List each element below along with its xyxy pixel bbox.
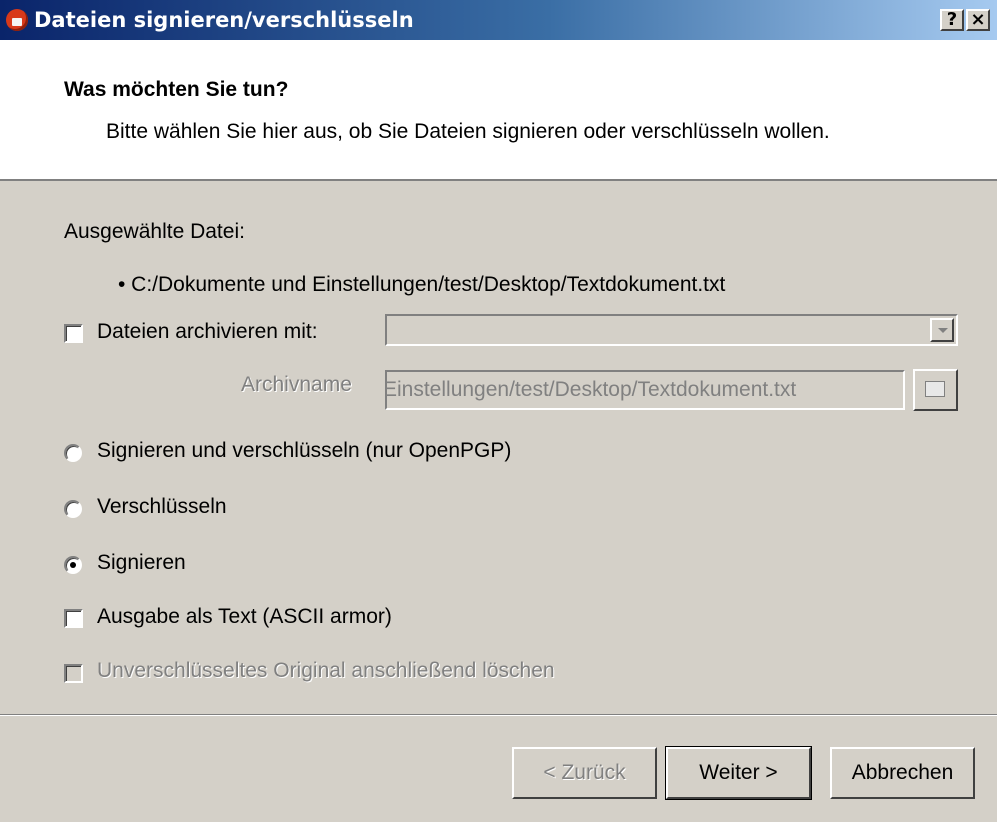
delete-original-checkbox[interactable] [64,664,83,683]
chevron-down-icon[interactable] [930,318,954,342]
archive-format-combo[interactable] [385,314,958,346]
page-description: Bitte wählen Sie hier aus, ob Sie Dateie… [106,120,830,143]
selected-file-label: Ausgewählte Datei: [64,220,245,243]
selected-file-item: • C:/Dokumente und Einstellungen/test/De… [118,273,726,296]
delete-original-label: Unverschlüsseltes Original anschließend … [97,659,555,682]
help-button[interactable]: ? [940,9,964,31]
title-bar[interactable]: Dateien signieren/verschlüsseln ? × [0,0,997,40]
footer-divider [0,714,997,716]
close-button[interactable]: × [966,9,990,31]
back-button[interactable]: < Zurück [512,747,657,799]
archive-checkbox[interactable] [64,324,83,343]
radio-encrypt-label: Verschlüsseln [97,495,227,518]
browse-icon [925,381,945,397]
radio-sign-label: Signieren [97,551,186,574]
cancel-button[interactable]: Abbrechen [830,747,975,799]
radio-sign[interactable] [64,556,82,574]
wizard-header [0,40,997,181]
ascii-armor-label: Ausgabe als Text (ASCII armor) [97,605,392,628]
browse-button[interactable] [913,369,958,411]
page-title: Was möchten Sie tun? [64,78,289,101]
archive-name-label: Archivname [241,373,352,396]
archive-checkbox-label: Dateien archivieren mit: [97,320,318,343]
window-title: Dateien signieren/verschlüsseln [34,8,414,32]
radio-sign-encrypt[interactable] [64,444,82,462]
radio-encrypt[interactable] [64,500,82,518]
next-button[interactable]: Weiter > [665,746,812,800]
kleopatra-icon [6,9,28,31]
radio-sign-encrypt-label: Signieren und verschlüsseln (nur OpenPGP… [97,439,512,462]
archive-name-input[interactable]: Einstellungen/test/Desktop/Textdokument.… [385,370,905,410]
ascii-armor-checkbox[interactable] [64,609,83,628]
